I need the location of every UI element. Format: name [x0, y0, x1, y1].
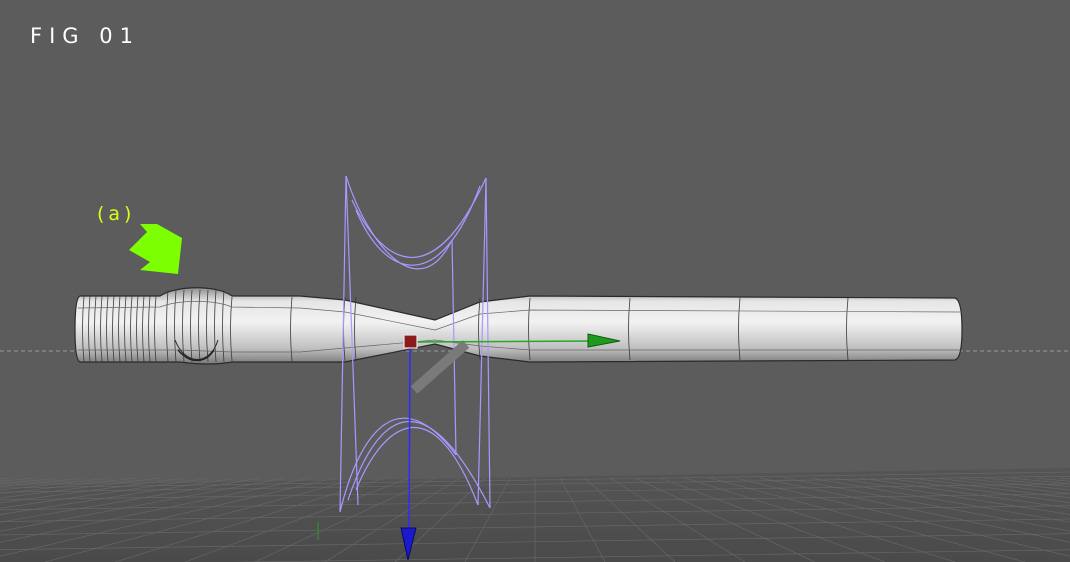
scene-canvas[interactable]: [0, 0, 1070, 562]
callout-label: (a): [97, 203, 136, 225]
tube-mesh[interactable]: [74, 287, 963, 365]
gizmo-pivot[interactable]: [403, 334, 418, 349]
callout-arrow-icon: [129, 224, 182, 274]
figure-label: FIG 01: [30, 24, 140, 48]
3d-viewport[interactable]: FIG 01 (a): [0, 0, 1070, 562]
gizmo-x-axis[interactable]: [411, 340, 601, 343]
ground-grid: [0, 468, 1070, 562]
gizmo-y-axis[interactable]: [408, 341, 411, 533]
